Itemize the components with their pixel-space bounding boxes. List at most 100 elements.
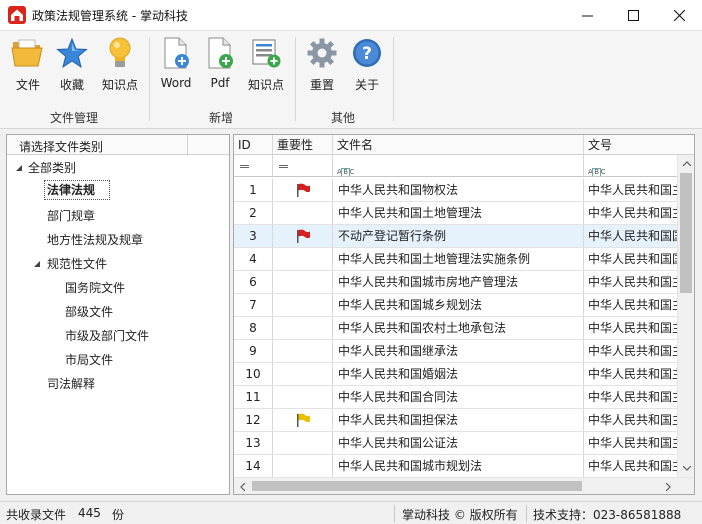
maximize-button[interactable] [610,0,656,31]
group-separator [295,37,296,121]
column-header-id[interactable]: ID [234,135,273,154]
maximize-icon [627,10,639,21]
add-knowledge-button[interactable]: 知识点 [246,35,286,93]
table-row[interactable]: 13 中华人民共和国公证法 中华人民共和国主 [234,432,684,455]
table-row[interactable]: 9 中华人民共和国继承法 中华人民共和国主 [234,340,684,363]
add-word-button[interactable]: Word [158,35,194,93]
tree-expanded-arrow-icon[interactable] [33,260,41,268]
horizontal-scrollbar[interactable] [234,477,694,494]
cell-importance [273,202,333,224]
cell-importance [273,409,333,431]
horizontal-scroll-thumb[interactable] [252,481,582,491]
table-row[interactable]: 10 中华人民共和国婚姻法 中华人民共和国主 [234,363,684,386]
chevron-left-icon [240,482,245,491]
svg-text:?: ? [362,44,372,64]
favorite-button[interactable]: 收藏 [54,35,90,93]
list-add-icon [252,39,281,68]
cell-id: 13 [234,432,273,454]
lightbulb-icon [109,37,131,67]
help-icon: ? [353,39,381,67]
cell-name: 中华人民共和国合同法 [333,386,584,408]
scroll-right-button[interactable] [660,478,677,494]
tree-item-normative-documents[interactable]: 规范性文件 [47,254,107,274]
cell-importance [273,225,333,247]
table-row[interactable]: 3 不动产登记暂行条例 中华人民共和国国 [234,225,684,248]
contains-filter-icon: ABC [337,168,355,176]
table-row[interactable]: 14 中华人民共和国城市规划法 中华人民共和国主 [234,455,684,478]
file-count-label: 共收录文件 [6,508,67,522]
cell-name: 中华人民共和国城市规划法 [333,455,584,477]
tree-item-city-bureau-documents[interactable]: 市局文件 [65,350,113,370]
table-row[interactable]: 1 中华人民共和国物权法 中华人民共和国主 [234,179,684,202]
copyright-text: 掌动科技 © 版权所有 [402,508,518,522]
cell-id: 14 [234,455,273,477]
table-row[interactable]: 12 中华人民共和国担保法 中华人民共和国主 [234,409,684,432]
table-row[interactable]: 8 中华人民共和国农村土地承包法 中华人民共和国主 [234,317,684,340]
tree-item-local-regulations[interactable]: 地方性法规及规章 [47,230,143,250]
add-knowledge-button-label: 知识点 [247,78,284,92]
tree-item-city-department-documents[interactable]: 市级及部门文件 [65,326,149,346]
cell-id: 11 [234,386,273,408]
table-row[interactable]: 2 中华人民共和国土地管理法 中华人民共和国主 [234,202,684,225]
cell-importance [273,271,333,293]
star-icon [56,37,88,69]
cell-name: 中华人民共和国物权法 [333,179,584,201]
document-grid: ID 重要性 文件名 文号 ABC ABC 1 中华人民共和国物权法 中华人民共和国… [233,134,695,495]
tree-item-laws-regulations[interactable]: 法律法规 [44,180,111,200]
cell-id: 12 [234,409,273,431]
tree-expanded-arrow-icon[interactable] [15,164,23,172]
close-icon [673,10,685,21]
cell-name: 中华人民共和国土地管理法实施条例 [333,248,584,270]
vertical-scrollbar[interactable] [677,155,694,477]
vertical-scroll-thumb[interactable] [680,173,692,293]
file-button-label: 文件 [15,78,40,92]
add-pdf-button[interactable]: Pdf [204,35,236,93]
gear-icon [307,38,337,68]
column-header-doc-number[interactable]: 文号 [584,135,694,154]
cell-id: 4 [234,248,273,270]
yellow-flag-icon [297,413,310,427]
scroll-left-button[interactable] [234,478,251,494]
cell-id: 2 [234,202,273,224]
about-button[interactable]: ? 关于 [350,35,384,93]
app-logo-icon [8,6,26,24]
file-count-unit: 份 [112,508,125,522]
cell-name: 中华人民共和国农村土地承包法 [333,317,584,339]
cell-importance [273,179,333,201]
chevron-right-icon [666,482,671,491]
close-button[interactable] [656,0,702,31]
table-row[interactable]: 4 中华人民共和国土地管理法实施条例 中华人民共和国国 [234,248,684,271]
cell-name: 中华人民共和国土地管理法 [333,202,584,224]
scroll-down-button[interactable] [678,460,694,477]
column-header-importance[interactable]: 重要性 [273,135,333,154]
reset-button[interactable]: 重置 [305,35,339,93]
tree-item-all-categories[interactable]: 全部类别 [28,158,76,178]
knowledge-button[interactable]: 知识点 [100,35,140,93]
cell-id: 7 [234,294,273,316]
header-divider [187,135,188,155]
tree-item-judicial-interpretation[interactable]: 司法解释 [47,374,95,394]
table-row[interactable]: 6 中华人民共和国城市房地产管理法 中华人民共和国主 [234,271,684,294]
cell-id: 3 [234,225,273,247]
scroll-up-button[interactable] [678,155,694,172]
tree-item-state-council-documents[interactable]: 国务院文件 [65,278,125,298]
tree-item-ministry-documents[interactable]: 部级文件 [65,302,113,322]
column-header-name[interactable]: 文件名 [333,135,584,154]
group-separator [393,37,394,121]
cell-importance [273,317,333,339]
status-bar: 共收录文件 445 份 掌动科技 © 版权所有 技术支持：023-8658188… [0,501,702,524]
cell-importance [273,386,333,408]
filter-cell-importance[interactable] [273,155,333,176]
cell-id: 8 [234,317,273,339]
table-row[interactable]: 7 中华人民共和国城乡规划法 中华人民共和国主 [234,294,684,317]
title-bar: 政策法规管理系统 - 掌动科技 [0,0,702,31]
cell-importance [273,455,333,477]
filter-cell-id[interactable] [234,155,273,176]
file-button[interactable]: 文件 [10,35,46,93]
minimize-button[interactable] [564,0,610,31]
tree-item-department-rules[interactable]: 部门规章 [47,206,95,226]
filter-cell-name[interactable]: ABC [333,155,584,176]
file-count-value: 445 [78,506,101,520]
table-row[interactable]: 11 中华人民共和国合同法 中华人民共和国主 [234,386,684,409]
pdf-add-icon [208,37,233,69]
